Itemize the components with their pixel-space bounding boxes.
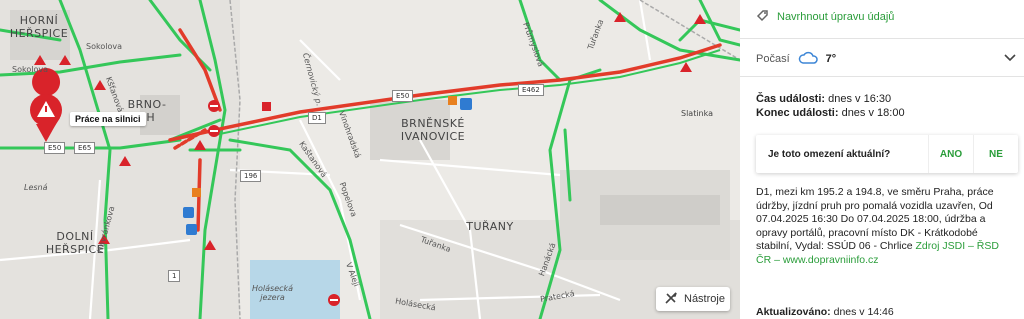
place-label-horni-herspice: HORNÍ HEŘSPICE (9, 14, 69, 40)
place-label-turany: TUŘANY (466, 220, 514, 233)
weather-label: Počasí (756, 53, 790, 65)
event-time-label: Čas události: (756, 93, 826, 105)
divider (740, 76, 1024, 77)
street-label: Sokolova (86, 42, 122, 51)
weather-temperature: 7° (825, 53, 837, 65)
chevron-down-icon[interactable] (1004, 53, 1016, 65)
traffic-map[interactable]: HORNÍ HEŘSPICE BRNO- JIH BRNĚNSKÉ IVANOV… (0, 0, 740, 319)
suggest-edit-link[interactable]: Navrhnout úpravu údajů (756, 9, 894, 25)
updated-info: Aktualizováno: dnes v 14:46 (756, 306, 894, 318)
divider (740, 38, 1024, 39)
weather-row[interactable]: Počasí 7° (756, 49, 1016, 69)
event-end-value: dnes v 18:00 (838, 107, 905, 119)
road-shield-e462: E462 (518, 84, 544, 96)
answer-no-button[interactable]: NE (973, 135, 1018, 173)
incident-description: D1, mezi km 195.2 a 194.8, ve směru Prah… (756, 186, 1014, 267)
suggest-edit-label: Navrhnout úpravu údajů (777, 11, 895, 23)
tools-icon (664, 291, 678, 308)
event-end-label: Konec události: (756, 107, 839, 119)
updated-label: Aktualizováno: (756, 306, 831, 318)
answer-yes-button[interactable]: ANO (928, 135, 973, 173)
road-shield-1: 1 (168, 270, 181, 282)
road-shield-196: 196 (240, 170, 262, 182)
road-shield-d1: D1 (308, 112, 326, 124)
street-label: Holásecká jezera (252, 284, 294, 302)
road-shield-e65: E65 (74, 142, 96, 154)
road-shield-e50: E50 (392, 90, 414, 102)
place-label-slatinka: Slatinka (680, 109, 714, 118)
event-times: Čas události: dnes v 16:30 Konec událost… (756, 92, 905, 120)
edit-tag-icon (756, 9, 769, 25)
updated-value: dnes v 14:46 (830, 306, 894, 318)
road-shield-e50: E50 (44, 142, 66, 154)
cloud-icon (798, 51, 820, 68)
street-label: Lesná (24, 183, 48, 192)
validity-question: Je toto omezení aktuální? (768, 148, 891, 160)
street-label: Sokolova (12, 65, 48, 74)
place-label-brnenske-ivanovice: BRNĚNSKÉ IVANOVICE (400, 117, 466, 143)
validity-question-box: Je toto omezení aktuální? ANO NE (756, 135, 1018, 173)
incident-callout[interactable]: Práce na silnici (70, 112, 146, 126)
event-time-value: dnes v 16:30 (825, 93, 892, 105)
tools-button[interactable]: Nástroje (656, 287, 730, 311)
tools-button-label: Nástroje (684, 293, 725, 305)
incident-detail-panel: Navrhnout úpravu údajů Počasí 7° Čas udá… (740, 0, 1024, 319)
